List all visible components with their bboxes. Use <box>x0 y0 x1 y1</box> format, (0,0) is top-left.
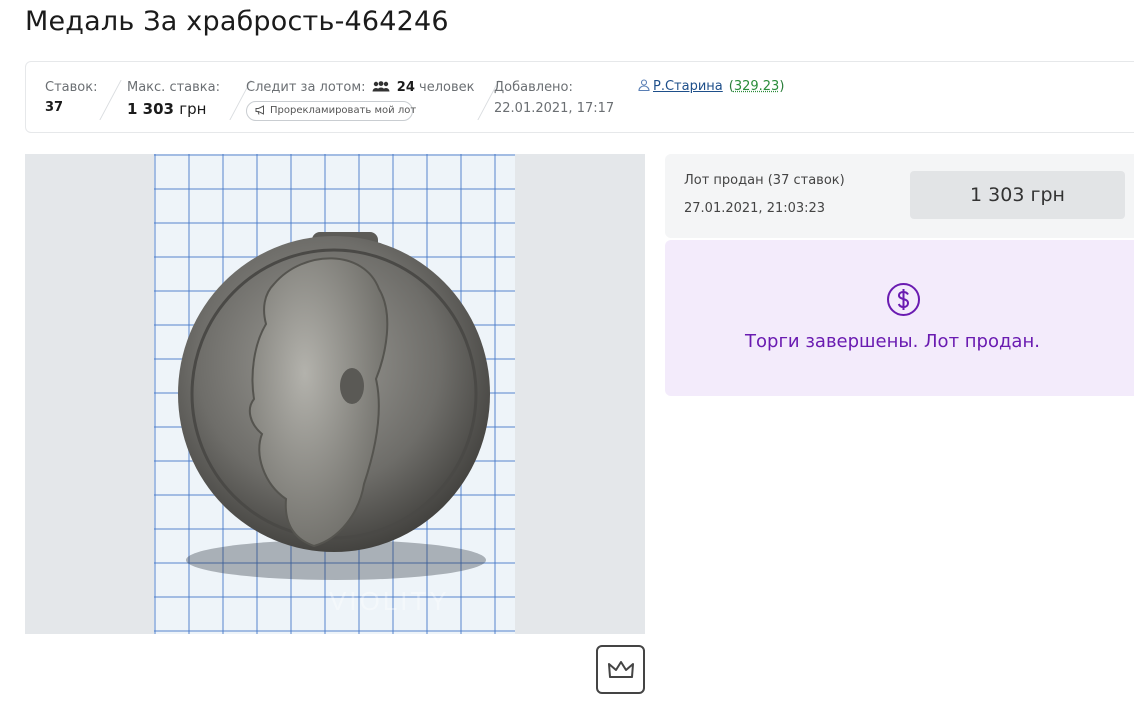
bids-stat: Ставок: 37 <box>45 79 97 115</box>
added-value: 22.01.2021, 17:17 <box>494 101 615 116</box>
lot-photo-area: VIOLITY <box>25 154 645 634</box>
max-bid-label: Макс. ставка: <box>127 80 220 95</box>
watchers-line: Следит за лотом: 24 человек <box>246 79 474 97</box>
auction-ended-panel: Торги завершены. Лот продан. <box>665 240 1134 396</box>
sold-status: Лот продан (37 ставок) <box>684 173 845 188</box>
lot-stats-bar: Ставок: 37 Макс. ставка: 1 303 грн Следи… <box>25 61 1134 133</box>
max-bid-value: 1 303 грн <box>127 100 220 118</box>
promote-lot-button[interactable]: Прорекламировать мой лот <box>246 101 417 121</box>
lot-photo[interactable]: VIOLITY <box>154 154 515 634</box>
max-bid-currency: грн <box>179 100 207 118</box>
megaphone-icon <box>255 105 264 115</box>
auction-ended-message: Торги завершены. Лот продан. <box>745 331 1040 352</box>
watermark-text: VIOLITY <box>329 586 450 616</box>
added-label: Добавлено: <box>494 80 573 95</box>
max-bid-stat: Макс. ставка: 1 303 грн <box>127 79 220 118</box>
dollar-circle-icon <box>887 283 920 316</box>
seller-info: Р.Старина (329.23) <box>638 79 784 94</box>
sold-info-panel: Лот продан (37 ставок) 27.01.2021, 21:03… <box>665 154 1134 238</box>
watchers-stat: Следит за лотом: 24 человек Прорекламиро… <box>246 79 474 121</box>
sold-date: 27.01.2021, 21:03:23 <box>684 201 826 216</box>
final-price: 1 303 грн <box>910 171 1125 219</box>
watchers-unit: человек <box>419 80 475 95</box>
seller-rating-link[interactable]: 329.23 <box>734 79 780 94</box>
watchers-count: 24 <box>396 80 415 95</box>
max-bid-amount: 1 303 <box>127 100 174 118</box>
crown-icon <box>607 660 634 678</box>
user-icon <box>638 79 650 91</box>
crown-button[interactable] <box>596 645 645 694</box>
divider <box>99 80 122 120</box>
bids-value: 37 <box>45 100 64 115</box>
people-icon <box>372 81 390 92</box>
added-stat: Добавлено: 22.01.2021, 17:17 <box>494 79 614 118</box>
page-title: Медаль За храбрость-464246 <box>25 6 449 37</box>
bids-label: Ставок: <box>45 80 98 95</box>
promote-lot-label: Прорекламировать мой лот <box>270 105 417 116</box>
watchers-label: Следит за лотом: <box>246 80 366 95</box>
seller-name-link[interactable]: Р.Старина <box>653 79 723 94</box>
medal-image <box>178 232 490 580</box>
seller-rating-wrap: (329.23) <box>728 79 785 94</box>
